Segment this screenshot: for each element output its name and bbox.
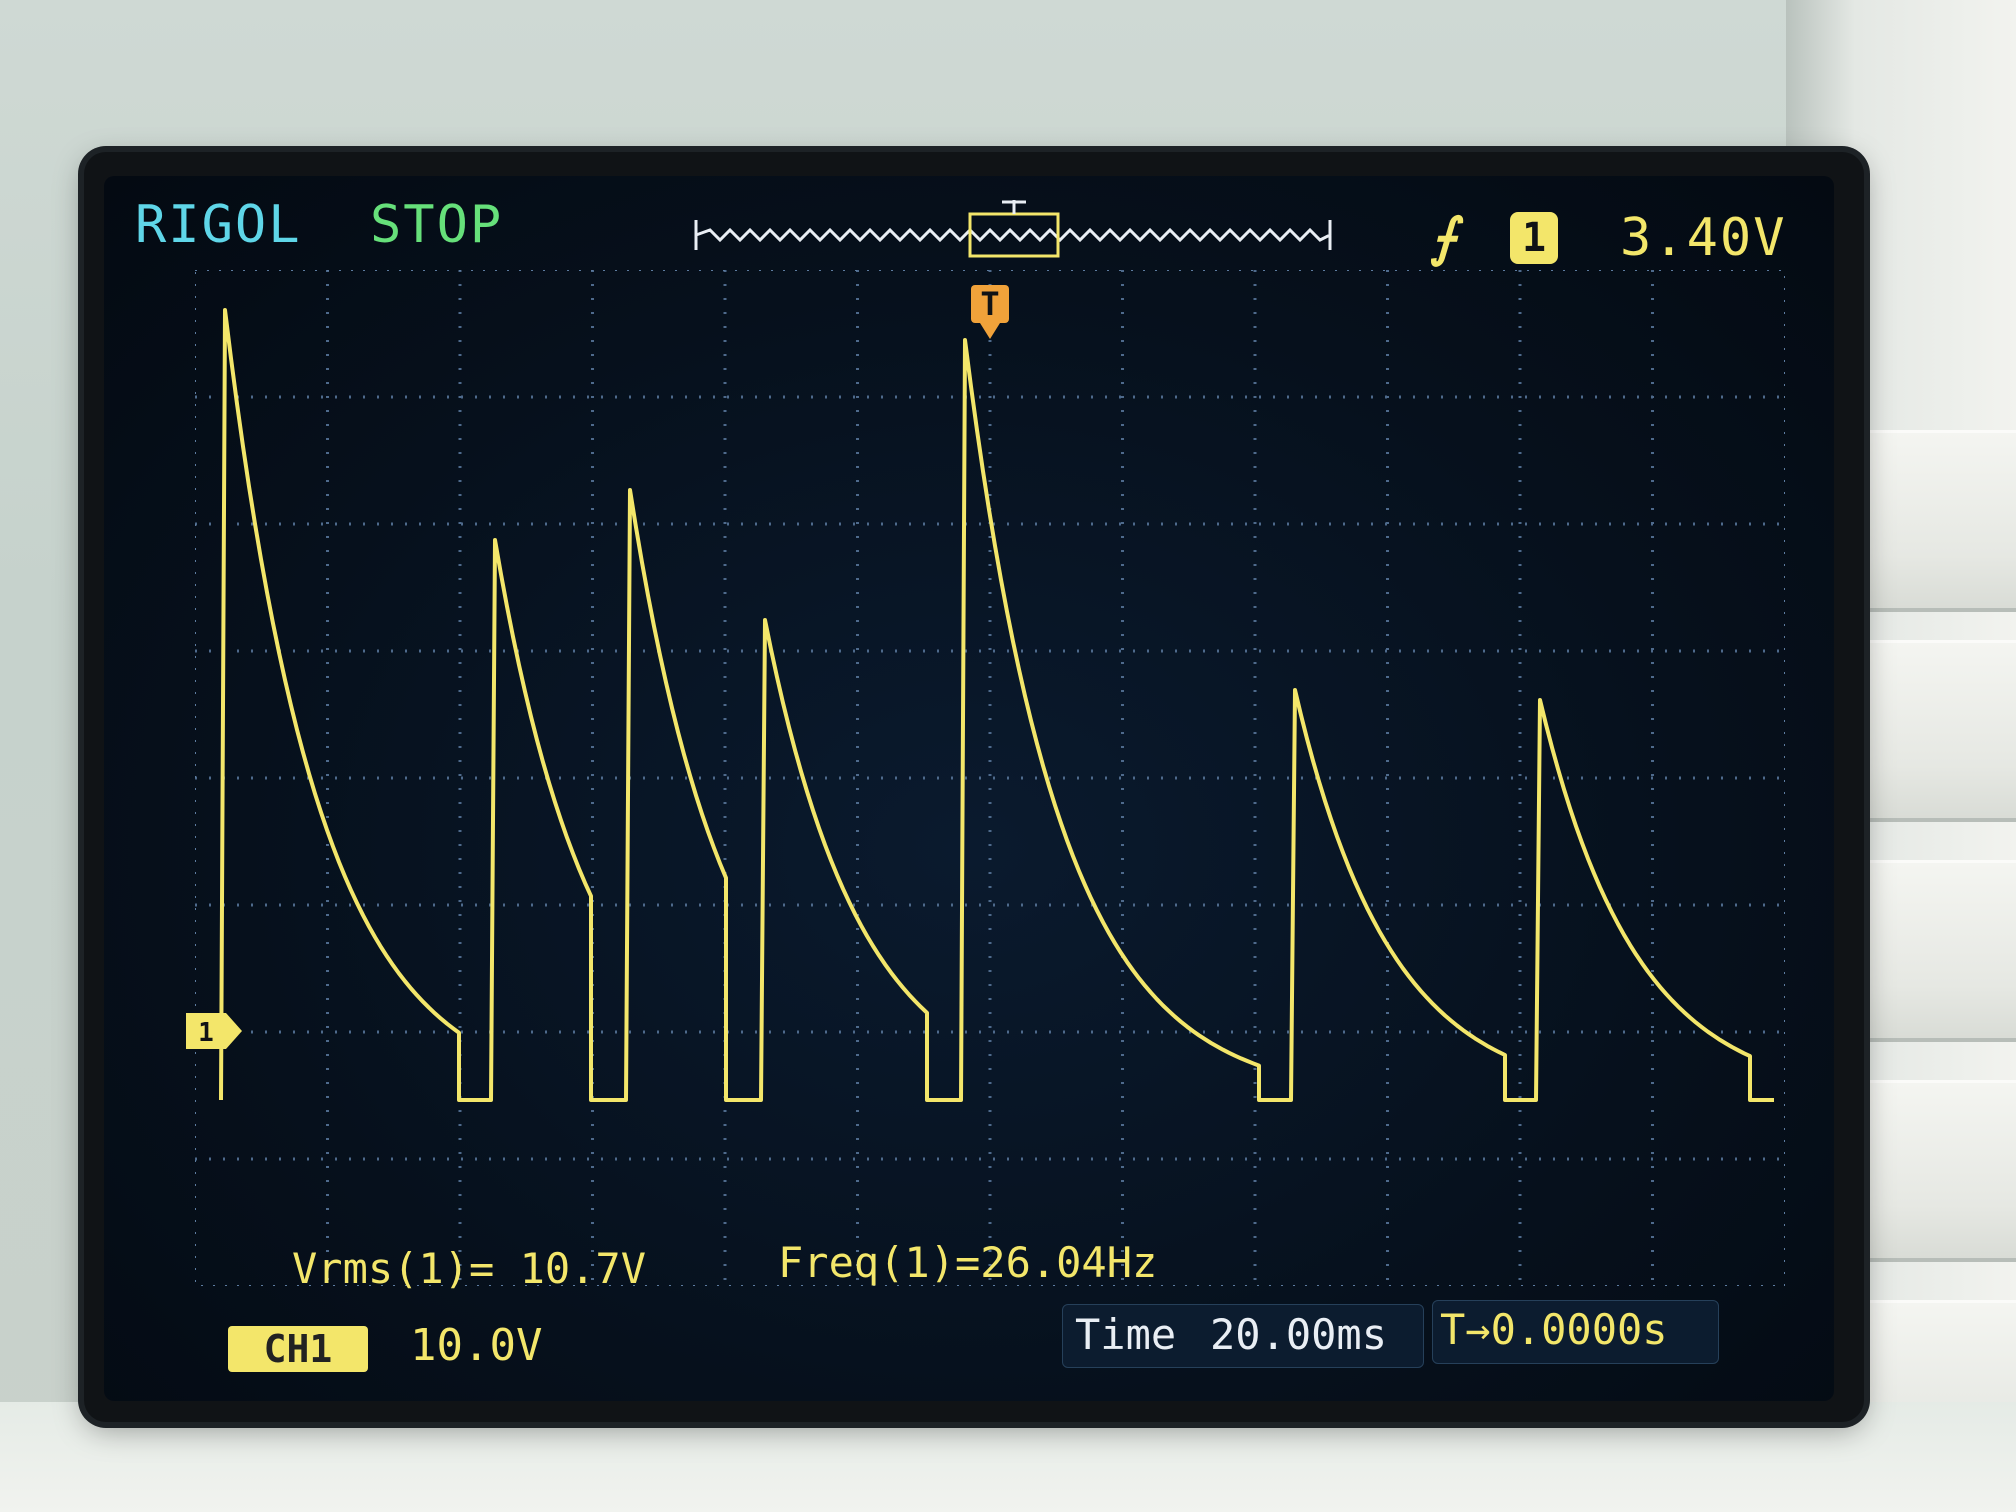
frequency-measurement: Freq(1)=26.04Hz	[778, 1238, 1158, 1287]
channel-1-ground-marker: 1	[186, 1013, 242, 1049]
trigger-level: 3.40V	[1620, 208, 1787, 268]
trigger-source-badge: 1	[1510, 212, 1558, 264]
trigger-position-marker: T	[971, 285, 1009, 339]
channel-1-vertical-scale: 10.0V	[410, 1320, 543, 1371]
memory-depth-bar	[694, 200, 1332, 258]
run-state[interactable]: STOP	[370, 195, 503, 255]
rising-edge-icon: ⨍	[1430, 208, 1460, 268]
svg-text:1: 1	[198, 1018, 214, 1048]
brand-logo: RIGOL	[135, 195, 302, 255]
trigger-offset-value: T→0.0000s	[1440, 1305, 1668, 1354]
channel-1-trace	[219, 308, 1774, 1102]
channel-1-badge[interactable]: CH1	[228, 1326, 368, 1372]
waveform-grid: T	[195, 270, 1785, 1286]
timebase-value: 20.00ms	[1210, 1310, 1388, 1359]
vrms-measurement: Vrms(1)= 10.7V	[292, 1244, 647, 1293]
timebase-label: Time	[1075, 1310, 1177, 1359]
svg-text:T: T	[980, 285, 999, 323]
